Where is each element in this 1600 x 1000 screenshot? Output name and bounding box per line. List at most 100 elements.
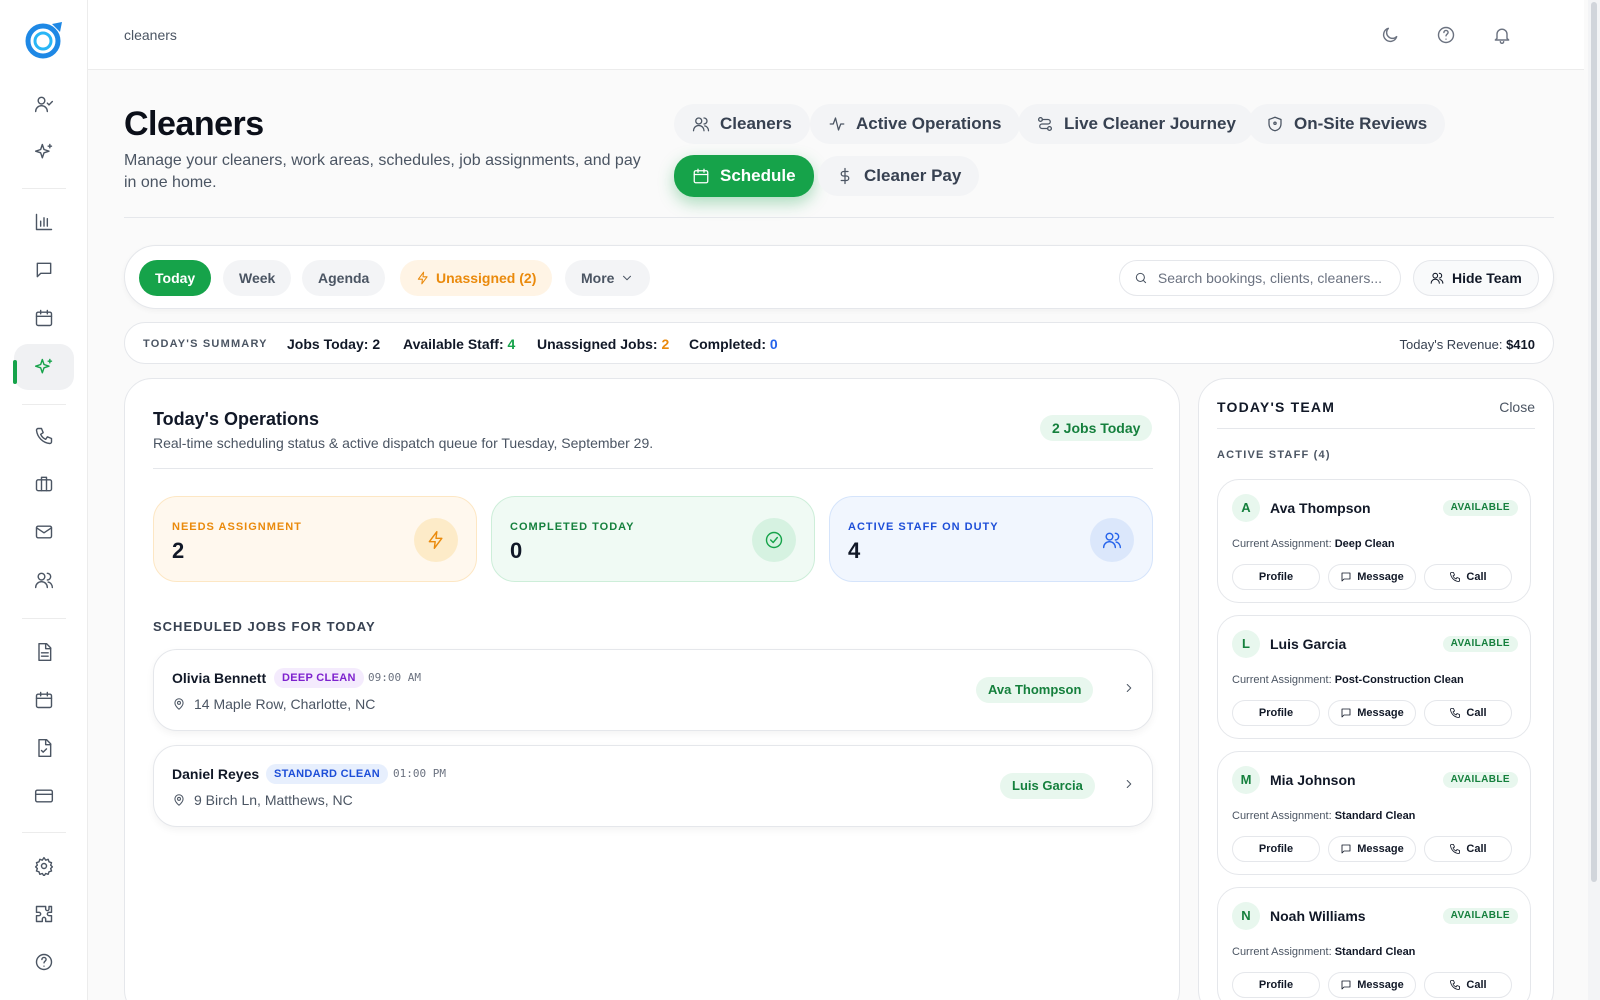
avatar: M xyxy=(1232,766,1260,794)
assignee-badge[interactable]: Luis Garcia xyxy=(1000,773,1095,799)
profile-button[interactable]: Profile xyxy=(1232,972,1320,998)
call-button[interactable]: Call xyxy=(1424,700,1512,726)
job-row[interactable]: Olivia Bennett DEEP CLEAN 09:00 AM 14 Ma… xyxy=(153,649,1153,731)
tab-on-site-reviews[interactable]: On-Site Reviews xyxy=(1248,104,1446,144)
message-button[interactable]: Message xyxy=(1328,564,1416,590)
message-button[interactable]: Message xyxy=(1328,700,1416,726)
stat-icon-wrap xyxy=(1090,518,1134,562)
notifications-button[interactable] xyxy=(1482,15,1522,55)
phone-icon xyxy=(35,427,53,445)
more-filters-dropdown[interactable]: More xyxy=(565,260,651,296)
tab-active-operations[interactable]: Active Operations xyxy=(810,104,1020,144)
tab-cleaners[interactable]: Cleaners xyxy=(674,104,810,144)
sidebar-item-settings[interactable] xyxy=(24,846,64,886)
page-subtitle: Manage your cleaners, work areas, schedu… xyxy=(124,152,641,191)
current-assignment: Current Assignment: Deep Clean xyxy=(1232,538,1395,550)
phone-icon xyxy=(1450,708,1461,718)
sidebar-item-checklists[interactable] xyxy=(24,728,64,768)
summary-unassigned-jobs: Unassigned Jobs: 2 xyxy=(537,336,670,352)
hide-team-button[interactable]: Hide Team xyxy=(1413,260,1539,296)
call-button[interactable]: Call xyxy=(1424,564,1512,590)
sidebar-item-team[interactable] xyxy=(24,560,64,600)
staff-card: A Ava Thompson AVAILABLE Current Assignm… xyxy=(1217,479,1531,603)
filter-today-button[interactable]: Today xyxy=(139,260,212,296)
sidebar-item-messages[interactable] xyxy=(24,250,64,290)
summary-available-staff: Available Staff: 4 xyxy=(403,336,516,352)
sidebar-item-staff[interactable] xyxy=(24,84,64,124)
stat-active-staff[interactable]: ACTIVE STAFF ON DUTY 4 xyxy=(829,496,1153,582)
sidebar-item-cleaners[interactable] xyxy=(14,344,74,390)
bar-chart-icon xyxy=(35,213,53,231)
sidebar-item-reports[interactable] xyxy=(24,202,64,242)
todays-operations-card: Today's Operations Real-time scheduling … xyxy=(124,378,1180,1000)
message-button[interactable]: Message xyxy=(1328,836,1416,862)
filter-agenda-button[interactable]: Agenda xyxy=(302,260,386,296)
unassigned-label: Unassigned (2) xyxy=(436,270,537,286)
active-indicator xyxy=(13,360,17,384)
tab-schedule[interactable]: Schedule xyxy=(674,155,814,197)
calendar-icon xyxy=(35,691,53,709)
call-button[interactable]: Call xyxy=(1424,972,1512,998)
job-row[interactable]: Daniel Reyes STANDARD CLEAN 01:00 PM 9 B… xyxy=(153,745,1153,827)
check-circle-icon xyxy=(765,531,783,549)
profile-button[interactable]: Profile xyxy=(1232,700,1320,726)
filter-unassigned-button[interactable]: Unassigned (2) xyxy=(400,260,553,296)
sidebar-item-bookings[interactable] xyxy=(24,680,64,720)
assignee-badge[interactable]: Ava Thompson xyxy=(976,677,1094,703)
profile-button[interactable]: Profile xyxy=(1232,836,1320,862)
todays-summary-bar: TODAY'S SUMMARY Jobs Today: 2 Available … xyxy=(124,322,1554,364)
filter-week-button[interactable]: Week xyxy=(223,260,292,296)
stat-needs-assignment[interactable]: NEEDS ASSIGNMENT 2 xyxy=(153,496,477,582)
address-text: 14 Maple Row, Charlotte, NC xyxy=(194,696,376,712)
tab-label: Cleaner Pay xyxy=(864,166,962,185)
tab-label: Live Cleaner Journey xyxy=(1064,114,1236,133)
scrollbar-thumb[interactable] xyxy=(1591,2,1597,882)
sidebar xyxy=(0,0,88,1000)
stat-completed-today[interactable]: COMPLETED TODAY 0 xyxy=(491,496,815,582)
app-logo[interactable] xyxy=(22,18,66,62)
message-button[interactable]: Message xyxy=(1328,972,1416,998)
phone-icon xyxy=(1450,844,1461,854)
chevron-right-icon xyxy=(1126,683,1132,693)
top-bar: cleaners xyxy=(88,0,1584,70)
sidebar-item-calendar[interactable] xyxy=(24,298,64,338)
operations-title: Today's Operations xyxy=(153,409,319,429)
tab-live-cleaner-journey[interactable]: Live Cleaner Journey xyxy=(1018,104,1254,144)
sidebar-item-business[interactable] xyxy=(24,464,64,504)
sidebar-item-help[interactable] xyxy=(24,942,64,982)
sidebar-item-documents[interactable] xyxy=(24,632,64,672)
tab-cleaner-pay[interactable]: Cleaner Pay xyxy=(818,156,980,196)
sidebar-item-ai[interactable] xyxy=(24,132,64,172)
profile-button[interactable]: Profile xyxy=(1232,564,1320,590)
operations-subtitle: Real-time scheduling status & active dis… xyxy=(153,435,654,451)
service-tag: STANDARD CLEAN xyxy=(266,764,389,784)
current-assignment: Current Assignment: Post-Construction Cl… xyxy=(1232,674,1464,686)
current-assignment: Current Assignment: Standard Clean xyxy=(1232,810,1416,822)
summary-jobs-today: Jobs Today: 2 xyxy=(287,336,381,352)
close-team-button[interactable]: Close xyxy=(1499,399,1535,415)
sidebar-item-calls[interactable] xyxy=(24,416,64,456)
search-input[interactable] xyxy=(1157,270,1386,286)
call-button[interactable]: Call xyxy=(1424,836,1512,862)
stat-value: 2 xyxy=(172,538,185,563)
help-button[interactable] xyxy=(1426,15,1466,55)
briefcase-icon xyxy=(35,476,53,492)
stat-icon-wrap xyxy=(752,518,796,562)
job-client: Olivia Bennett xyxy=(172,670,267,686)
sidebar-item-billing[interactable] xyxy=(24,776,64,816)
staff-name: Ava Thompson xyxy=(1270,500,1371,516)
chevron-down-icon xyxy=(623,275,632,281)
sidebar-item-mail[interactable] xyxy=(24,512,64,552)
breadcrumb[interactable]: cleaners xyxy=(124,27,177,43)
active-staff-heading: ACTIVE STAFF (4) xyxy=(1217,449,1331,461)
sparkles-icon xyxy=(34,358,53,374)
credit-card-icon xyxy=(34,789,54,803)
summary-revenue: Today's Revenue: $410 xyxy=(1399,337,1535,352)
message-square-icon xyxy=(1341,844,1351,854)
job-client: Daniel Reyes xyxy=(172,766,260,782)
sidebar-item-integrations[interactable] xyxy=(24,894,64,934)
users-icon xyxy=(1430,272,1444,284)
theme-toggle-button[interactable] xyxy=(1370,15,1410,55)
current-assignment: Current Assignment: Standard Clean xyxy=(1232,946,1416,958)
search-icon xyxy=(1135,272,1147,284)
